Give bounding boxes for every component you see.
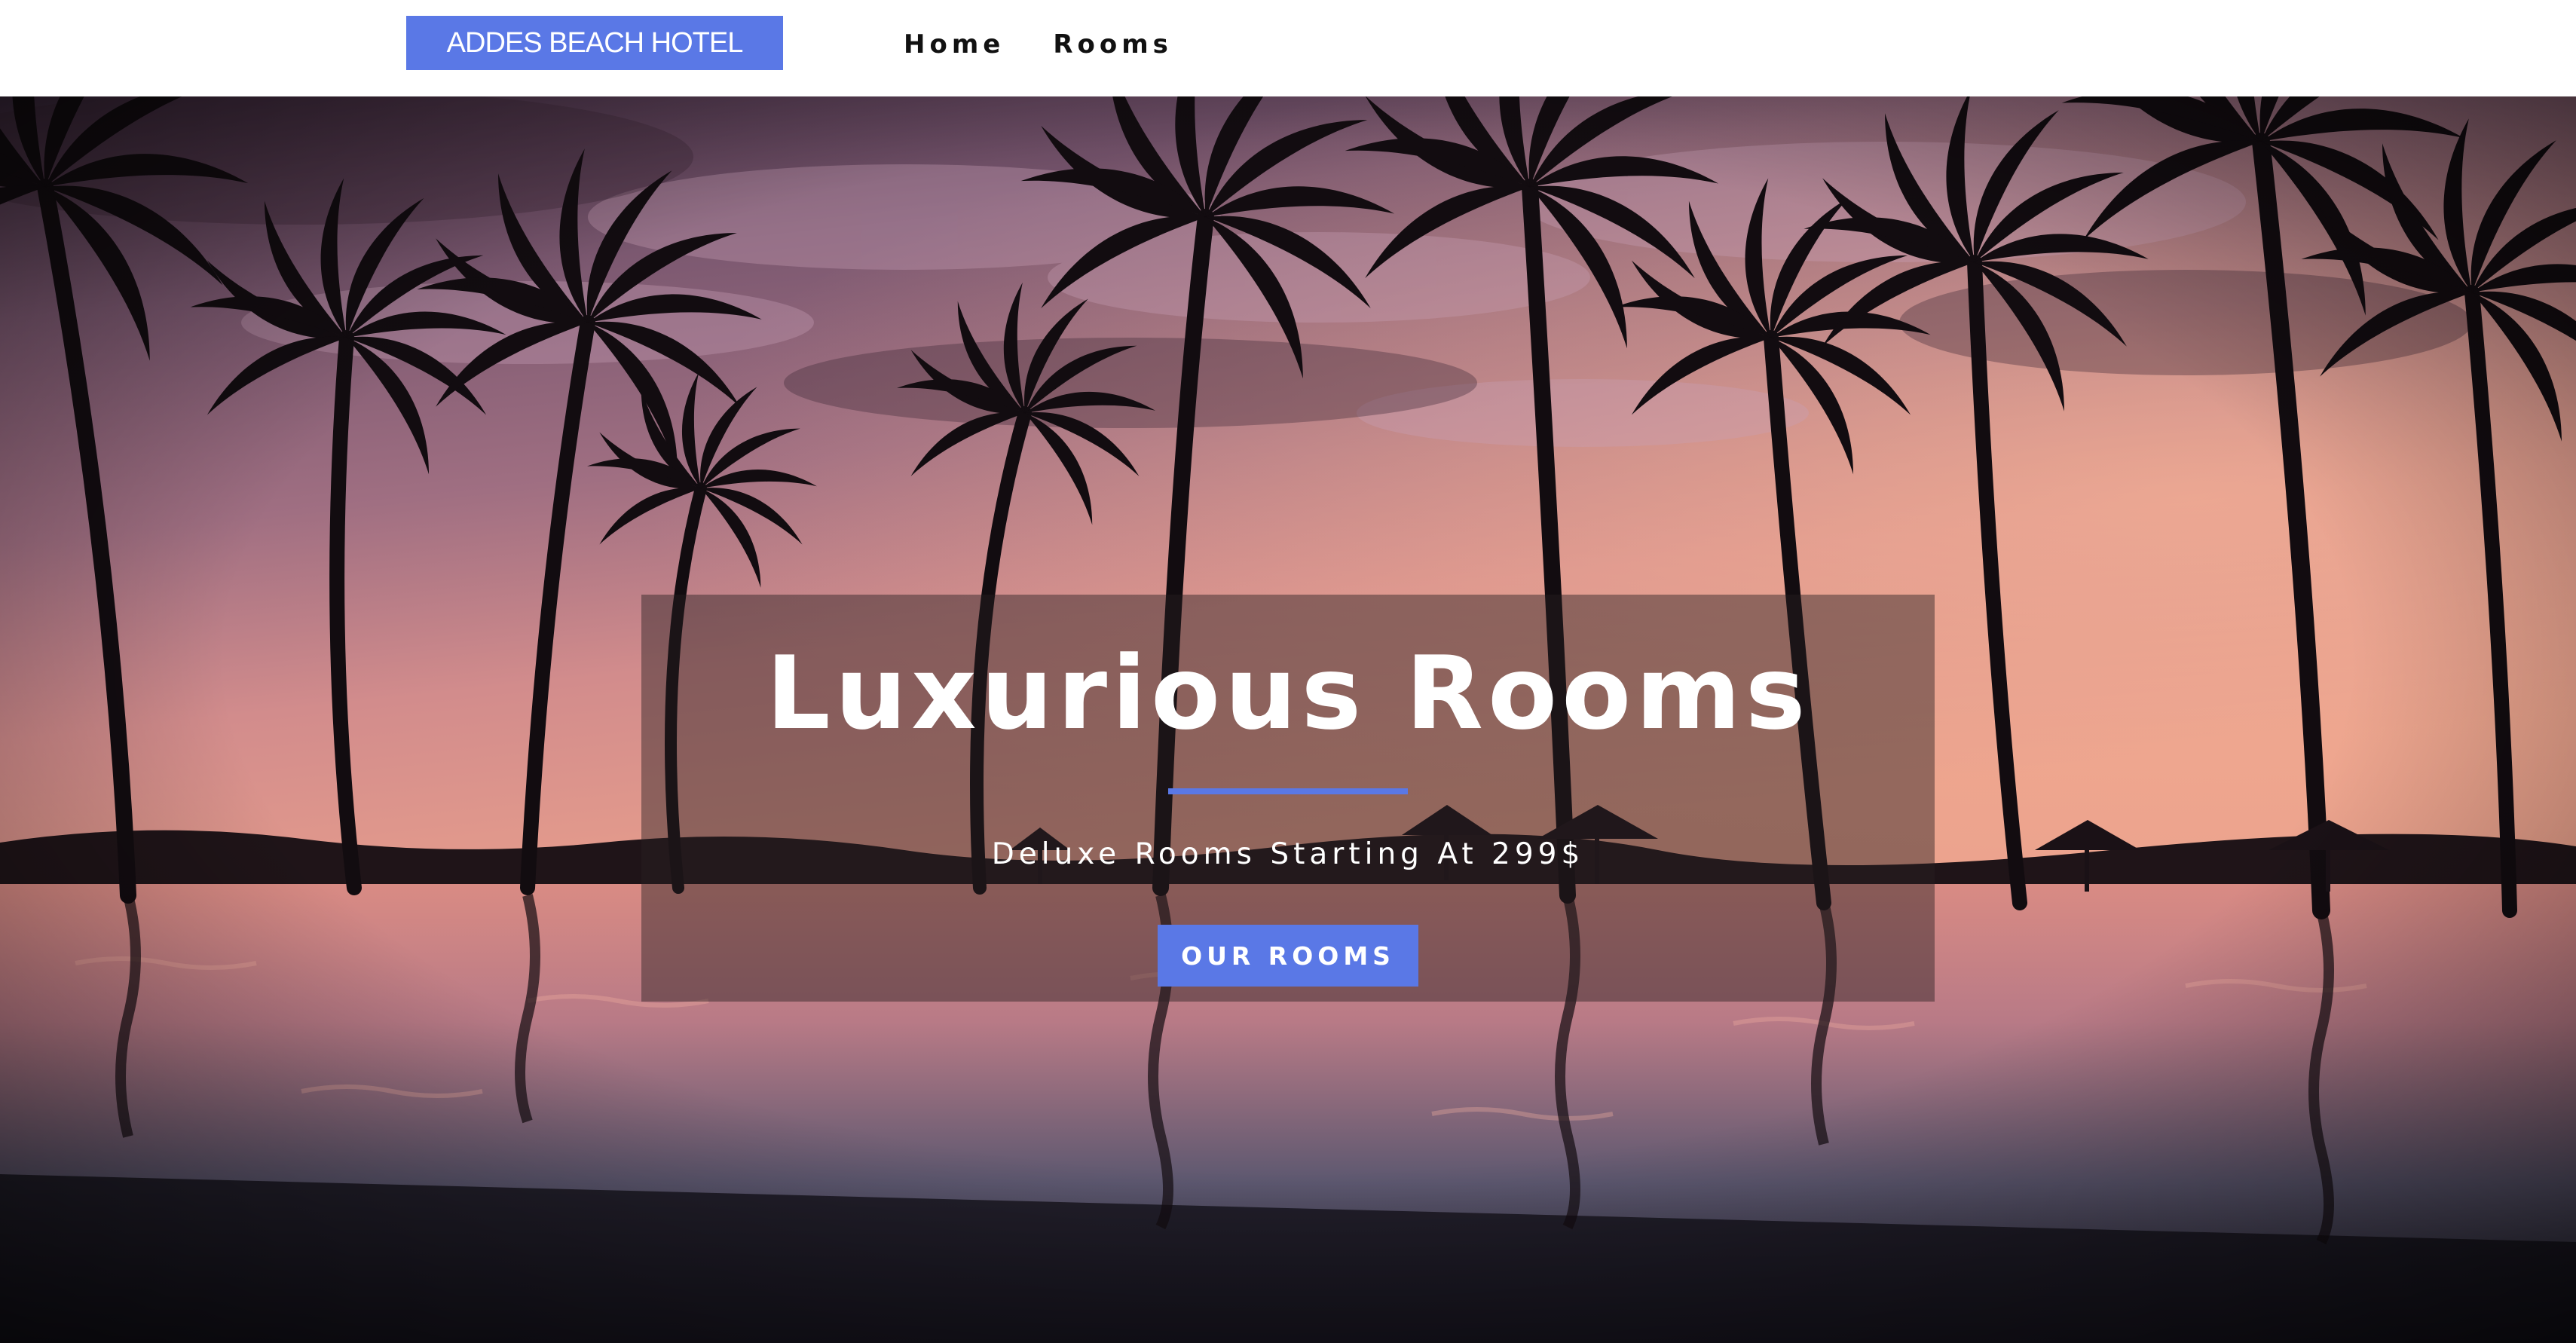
logo-text: ADDES BEACH HOTEL — [446, 26, 744, 59]
our-rooms-button[interactable]: OUR ROOMS — [1158, 925, 1418, 987]
hero-banner: Luxurious Rooms Deluxe Rooms Starting At… — [641, 595, 1935, 1002]
title-divider — [1168, 788, 1408, 794]
hero-section: Luxurious Rooms Deluxe Rooms Starting At… — [0, 96, 2576, 1343]
site-header: ADDES BEACH HOTEL Home Rooms — [0, 0, 2576, 96]
hero-title: Luxurious Rooms — [766, 635, 1810, 752]
nav-link-home[interactable]: Home — [904, 29, 1005, 60]
hotel-logo[interactable]: ADDES BEACH HOTEL — [406, 16, 783, 70]
main-nav: Home Rooms — [904, 26, 1221, 63]
hero-subtitle: Deluxe Rooms Starting At 299$ — [991, 837, 1585, 871]
nav-link-rooms[interactable]: Rooms — [1053, 29, 1173, 60]
